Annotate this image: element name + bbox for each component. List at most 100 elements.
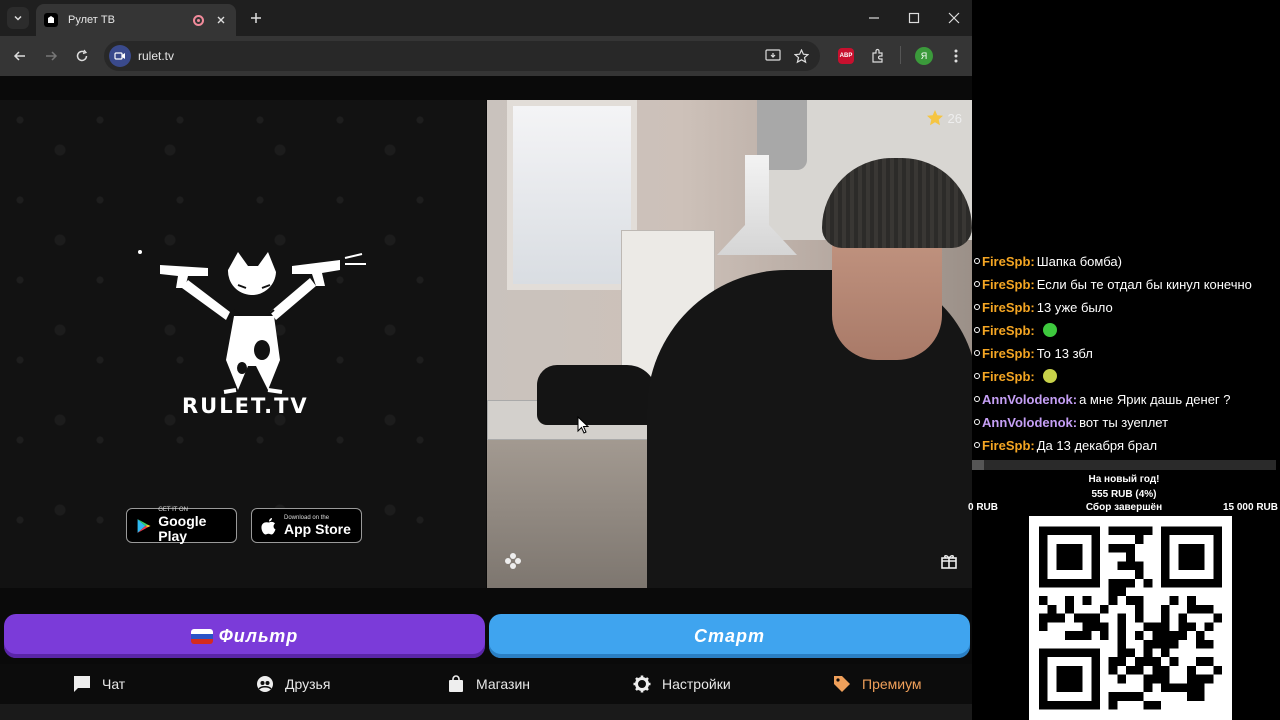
nav-shop-label: Магазин xyxy=(476,676,531,692)
chat-username: FireSpb: xyxy=(982,253,1035,269)
chat-username: AnnVolodenok: xyxy=(982,414,1078,430)
chat-message: AnnVolodenok: вот ты зуеплет xyxy=(974,411,1168,433)
browser-menu-button[interactable] xyxy=(944,44,968,68)
apple-icon xyxy=(261,517,276,534)
emote-icon xyxy=(1042,369,1057,383)
reload-button[interactable] xyxy=(70,44,94,68)
close-window-button[interactable] xyxy=(942,6,966,30)
window-scene xyxy=(507,100,637,290)
chat-username: FireSpb: xyxy=(982,437,1035,453)
site-favicon-icon xyxy=(44,13,58,27)
close-tab-icon[interactable] xyxy=(214,13,228,27)
badge-icon xyxy=(974,327,980,333)
emote-icon xyxy=(1042,323,1057,337)
cat-logo-image xyxy=(130,240,370,400)
chat-message: FireSpb: Да 13 декабря брал xyxy=(974,434,1157,456)
tab-strip: Рулет ТВ xyxy=(0,0,972,36)
forward-button[interactable] xyxy=(39,44,63,68)
friends-icon xyxy=(255,674,275,694)
adblock-extension[interactable]: ABP xyxy=(834,44,858,68)
chat-message: FireSpb: Шапка бомба) xyxy=(974,250,1122,272)
chat-text: а мне Ярик дашь денег ? xyxy=(1079,391,1231,407)
url-text: rulet.tv xyxy=(138,49,175,63)
gift-icon xyxy=(941,555,957,569)
back-button[interactable] xyxy=(8,44,32,68)
goal-progress-bar xyxy=(972,460,1276,470)
badge-icon xyxy=(974,258,980,264)
chat-username: FireSpb: xyxy=(982,345,1035,361)
nav-friends-label: Друзья xyxy=(285,676,331,692)
start-button[interactable]: Старт xyxy=(489,614,970,658)
nav-settings-label: Настройки xyxy=(662,676,731,692)
bottom-navigation: Чат Друзья Магазин Настройки Премиум xyxy=(0,664,972,704)
badge-icon xyxy=(974,373,980,379)
chat-text: Да 13 декабря брал xyxy=(1036,437,1158,453)
filter-button[interactable]: Фильтр xyxy=(4,614,485,658)
web-page: RULET.TV GET IT ON Google Play Download … xyxy=(0,76,972,720)
webcam-video: 26 xyxy=(487,100,972,588)
nav-settings[interactable]: Настройки xyxy=(632,671,731,697)
site-info-icon[interactable] xyxy=(109,45,131,67)
chat-message: FireSpb: xyxy=(974,319,1057,341)
chat-username: AnnVolodenok: xyxy=(982,391,1078,407)
tab-title: Рулет ТВ xyxy=(68,14,115,26)
kebab-menu-icon xyxy=(954,49,958,63)
chat-message: FireSpb: Если бы те отдал бы кинул конечн… xyxy=(974,273,1252,295)
chat-username: FireSpb: xyxy=(982,322,1035,338)
maximize-icon xyxy=(908,12,920,24)
goal-max: 15 000 RUB xyxy=(1222,502,1278,513)
gamepad-button[interactable] xyxy=(502,550,524,572)
nav-chat[interactable]: Чат xyxy=(72,671,125,697)
minimize-button[interactable] xyxy=(862,6,886,30)
chat-text: То 13 збл xyxy=(1036,345,1093,361)
gear-icon xyxy=(632,674,652,694)
arrow-left-icon xyxy=(13,51,25,61)
chat-text: Если бы те отдал бы кинул конечно xyxy=(1036,276,1252,292)
browser-tab[interactable]: Рулет ТВ xyxy=(36,4,236,36)
chat-message: FireSpb: xyxy=(974,365,1057,387)
chat-username: FireSpb: xyxy=(982,299,1035,315)
star-count-text: 26 xyxy=(947,110,962,126)
arrow-right-icon xyxy=(46,51,58,61)
gift-button[interactable] xyxy=(938,550,960,572)
app-store-badge[interactable]: Download on the App Store xyxy=(251,508,362,543)
filter-button-label: Фильтр xyxy=(218,625,299,646)
start-button-label: Старт xyxy=(693,625,765,646)
goal-amount: 555 RUB (4%) xyxy=(1091,489,1157,500)
chat-text: вот ты зуеплет xyxy=(1079,414,1169,430)
qr-code xyxy=(1029,516,1232,720)
chat-text: Шапка бомба) xyxy=(1036,253,1122,269)
google-play-icon xyxy=(137,518,151,533)
app-store-text: App Store xyxy=(284,520,351,537)
price-tag-icon xyxy=(832,674,852,694)
nav-chat-label: Чат xyxy=(102,676,126,692)
browser-toolbar: rulet.tv ABP Я xyxy=(0,36,972,76)
new-tab-button[interactable] xyxy=(246,8,266,28)
recording-icon xyxy=(193,14,204,26)
chat-text: 13 уже было xyxy=(1036,299,1113,315)
nav-premium-label: Премиум xyxy=(862,676,922,692)
promo-panel: RULET.TV GET IT ON Google Play Download … xyxy=(0,100,486,588)
badge-icon xyxy=(974,350,980,356)
install-app-icon[interactable] xyxy=(764,47,782,65)
brand-logo-text: RULET.TV xyxy=(182,394,309,418)
chat-bubble-icon xyxy=(72,674,92,694)
maximize-button[interactable] xyxy=(902,6,926,30)
profile-button[interactable]: Я xyxy=(912,44,936,68)
badge-icon xyxy=(974,304,980,310)
nav-shop[interactable]: Магазин xyxy=(446,671,530,697)
address-bar[interactable]: rulet.tv xyxy=(104,41,820,71)
extensions-button[interactable] xyxy=(866,44,890,68)
gamepad-icon xyxy=(505,553,521,569)
mouse-cursor-icon xyxy=(577,416,589,434)
bookmark-star-icon[interactable] xyxy=(792,47,810,65)
nav-premium[interactable]: Премиум xyxy=(832,671,922,697)
google-play-badge[interactable]: GET IT ON Google Play xyxy=(126,507,237,544)
badge-icon xyxy=(974,419,980,425)
tab-search-button[interactable] xyxy=(7,7,29,29)
reload-icon xyxy=(76,49,88,62)
screen: Рулет ТВ rulet.tv ABP Я RULET.TV GET IT … xyxy=(0,0,1280,720)
goal-title: На новый год! xyxy=(1088,474,1160,485)
chat-username: FireSpb: xyxy=(982,368,1035,384)
nav-friends[interactable]: Друзья xyxy=(255,671,330,697)
